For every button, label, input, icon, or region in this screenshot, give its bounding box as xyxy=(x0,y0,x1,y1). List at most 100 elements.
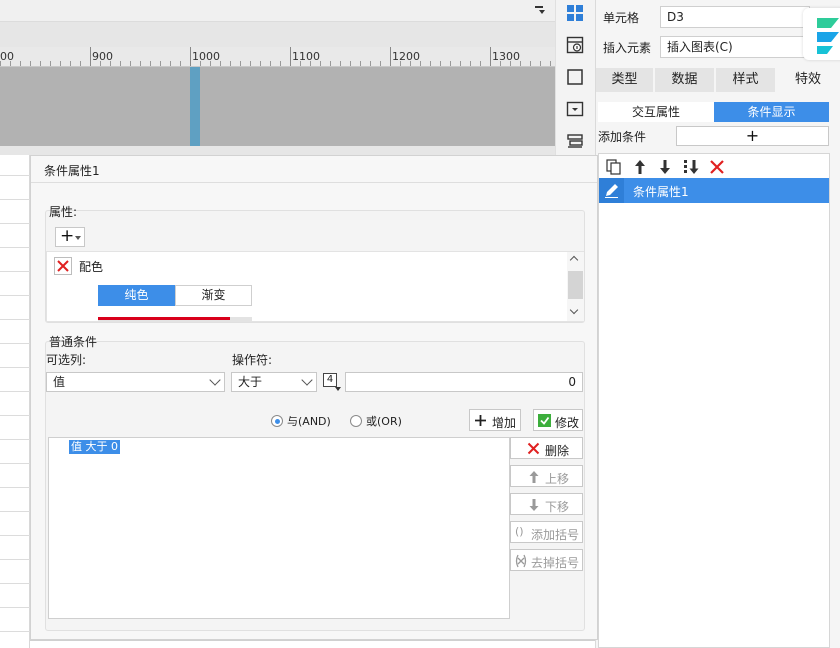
grid-line xyxy=(0,463,30,464)
ruler-tick xyxy=(40,61,41,66)
tab-effects[interactable]: 特效 xyxy=(777,68,840,92)
list-item[interactable]: 条件属性1 xyxy=(599,178,829,203)
template-settings-icon[interactable] xyxy=(566,132,584,150)
ruler-tick xyxy=(120,61,121,66)
property-list: 配色 纯色 渐变 xyxy=(46,251,584,322)
plus-icon xyxy=(475,415,486,426)
ruler-tick xyxy=(260,61,261,66)
remove-bracket-icon xyxy=(515,554,527,568)
move-up-icon[interactable] xyxy=(631,158,649,176)
gradient-tab[interactable]: 渐变 xyxy=(175,285,252,306)
insert-element-select[interactable]: 插入图表(C) xyxy=(660,36,810,58)
edit-icon[interactable] xyxy=(599,178,624,203)
column-marker[interactable] xyxy=(190,67,200,146)
chevron-down-icon xyxy=(75,236,81,240)
grid-line xyxy=(0,415,30,416)
add-bracket-button[interactable]: () 添加括号 xyxy=(510,521,583,543)
condition-entry[interactable]: 值 大于 0 xyxy=(69,440,120,454)
ruler-tick xyxy=(230,61,231,66)
ruler-tick xyxy=(420,61,421,66)
ruler-label: 1200 xyxy=(392,50,420,63)
scroll-down-icon[interactable] xyxy=(569,305,579,315)
scroll-thumb[interactable] xyxy=(568,271,583,299)
float-element-icon[interactable] xyxy=(566,68,584,86)
move-down-button[interactable]: 下移 xyxy=(510,493,583,515)
add-condition-label: 添加条件 xyxy=(598,130,647,144)
subtab-interaction[interactable]: 交互属性 xyxy=(598,102,714,122)
move-up-button[interactable]: 上移 xyxy=(510,465,583,487)
delete-condition-icon[interactable] xyxy=(708,158,726,176)
ruler-tick xyxy=(530,61,531,66)
ruler-label: 1300 xyxy=(492,50,520,63)
ruler-tick xyxy=(130,61,131,66)
close-icon xyxy=(527,442,540,455)
scroll-up-icon[interactable] xyxy=(569,255,579,265)
grid-line xyxy=(0,511,30,512)
radio-and-label: 与(AND) xyxy=(287,415,331,428)
title-divider xyxy=(31,182,597,183)
tab-data[interactable]: 数据 xyxy=(655,68,715,92)
solid-color-tab[interactable]: 纯色 xyxy=(98,285,175,306)
ruler-tick xyxy=(270,61,271,66)
widget-settings-icon[interactable] xyxy=(566,100,584,118)
collapse-panel-icon[interactable] xyxy=(533,3,547,17)
ruler-tick xyxy=(160,61,161,66)
value-input[interactable]: 0 xyxy=(345,372,583,392)
ruler-tick xyxy=(280,61,281,66)
column-select[interactable]: 值 xyxy=(46,372,225,392)
add-property-label: + xyxy=(60,226,75,246)
radio-or-label: 或(OR) xyxy=(366,415,402,428)
ruler-tick xyxy=(140,61,141,66)
ruler-tick xyxy=(190,47,191,66)
value-type-label: 4 xyxy=(323,373,337,387)
move-down-icon[interactable] xyxy=(656,158,674,176)
tab-type[interactable]: 类型 xyxy=(596,68,654,92)
ruler-tick xyxy=(110,61,111,66)
grid-line xyxy=(0,295,30,296)
operator-select[interactable]: 大于 xyxy=(231,372,317,392)
remove-property-icon[interactable] xyxy=(54,257,72,275)
ruler-tick xyxy=(290,47,291,66)
add-condition-button[interactable]: + xyxy=(676,126,829,146)
grid-line xyxy=(0,271,30,272)
ruler-tick xyxy=(80,61,81,66)
chevron-down-icon xyxy=(209,374,221,386)
cell-attribute-icon[interactable] xyxy=(566,36,584,54)
radio-and[interactable] xyxy=(271,415,283,427)
modify-button-label: 修改 xyxy=(555,416,580,430)
add-button[interactable]: 增加 xyxy=(469,409,521,431)
ruler-tick xyxy=(250,61,251,66)
cell-element-icon[interactable] xyxy=(566,4,584,22)
radio-or[interactable] xyxy=(350,415,362,427)
ruler-tick xyxy=(410,61,411,66)
color-progress-fill xyxy=(98,317,231,320)
ruler-tick xyxy=(350,61,351,66)
ruler-tick xyxy=(70,61,71,66)
move-bottom-icon[interactable] xyxy=(682,158,700,176)
grid-line xyxy=(0,439,30,440)
add-property-button[interactable]: + xyxy=(55,227,85,247)
modify-button[interactable]: 修改 xyxy=(533,409,583,431)
subtab-condition-display[interactable]: 条件显示 xyxy=(714,102,829,122)
grid-line xyxy=(0,631,30,632)
ruler-tick xyxy=(320,61,321,66)
chevron-down-icon xyxy=(301,374,313,386)
canvas-top-strip xyxy=(0,0,555,22)
copy-icon[interactable] xyxy=(605,158,623,176)
grid-line xyxy=(0,343,30,344)
tab-style[interactable]: 样式 xyxy=(716,68,776,92)
delete-button[interactable]: 删除 xyxy=(510,437,583,459)
property-scrollbar[interactable] xyxy=(567,252,584,321)
chevron-down-icon xyxy=(335,387,341,391)
arrow-down-icon xyxy=(529,499,539,511)
ruler-tick xyxy=(480,61,481,66)
condition-entries-box: 值 大于 0 xyxy=(48,437,510,619)
cell-field[interactable]: D3 xyxy=(660,6,810,28)
value-type-icon[interactable]: 4 xyxy=(323,373,341,391)
ruler-tick xyxy=(440,61,441,66)
ruler-tick xyxy=(200,61,201,66)
dialog-title: 条件属性1 xyxy=(44,164,100,178)
condition-attribute-dialog: 条件属性1 属性: + 配色 纯色 渐变 普通条件 可选列: 值 操作符: 大于 xyxy=(30,155,598,640)
remove-bracket-button[interactable]: 去掉括号 xyxy=(510,549,583,571)
ruler-tick xyxy=(60,61,61,66)
